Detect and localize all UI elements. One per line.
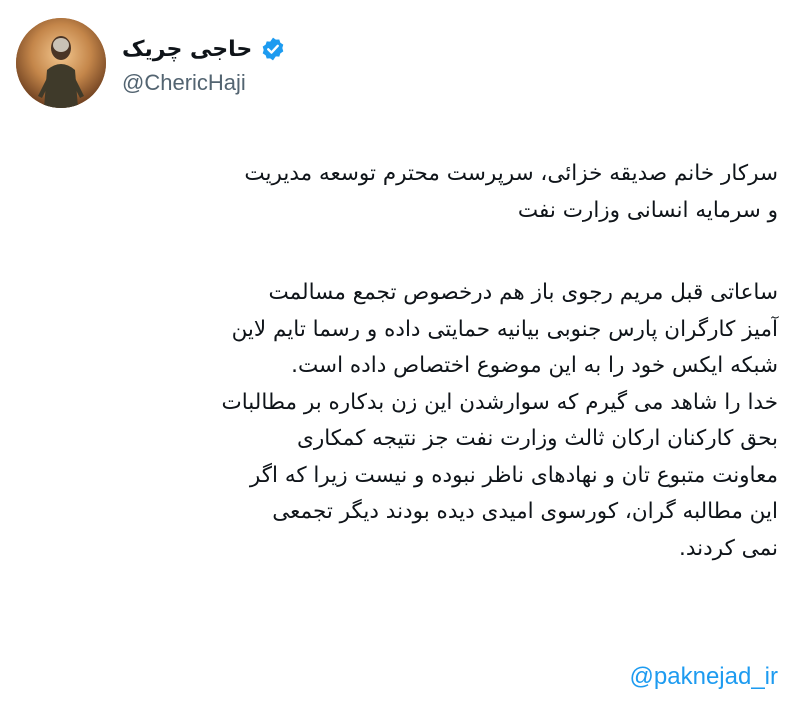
name-row: حاجی چریک — [122, 32, 286, 66]
verified-badge-icon — [260, 36, 286, 62]
tweet-line: بحق کارکنان ارکان ثالث وزارت نفت جز نتیج… — [297, 426, 778, 451]
tweet-line: خدا را شاهد می گیرم که سوارشدن این زن بد… — [221, 389, 778, 415]
tweet-line: آمیز کارگران پارس جنوبی بیانیه حمایتی دا… — [231, 316, 778, 342]
tweet-line: معاونت متبوع تان و نهادهای ناظر نبوده و … — [249, 462, 778, 488]
tweet-line: و سرمایه انسانی وزارت نفت — [517, 197, 778, 223]
tweet-line: شبکه ایکس خود را به این موضوع اختصاص داد… — [291, 353, 778, 378]
tweet-header: حاجی چریک @ChericHaji — [16, 18, 776, 114]
tweet-line: این مطالبه گران، کورسوی امیدی دیده بودند… — [272, 499, 778, 524]
tweet-line: نمی کردند. — [679, 535, 778, 561]
tweet-line: سرکار خانم صدیقه خزائی، سرپرست محترم توس… — [244, 161, 778, 186]
mention-link[interactable]: @paknejad_ir — [630, 663, 778, 691]
profile-avatar[interactable] — [16, 18, 106, 108]
tweet-text: سرکار خانم صدیقه خزائی، سرپرست محترم توس… — [20, 156, 778, 567]
user-handle[interactable]: @ChericHaji — [122, 70, 246, 96]
avatar-image — [16, 18, 106, 108]
display-name[interactable]: حاجی چریک — [122, 37, 252, 62]
tweet-line: ساعاتی قبل مریم رجوی باز هم درخصوص تجمع … — [268, 280, 778, 305]
